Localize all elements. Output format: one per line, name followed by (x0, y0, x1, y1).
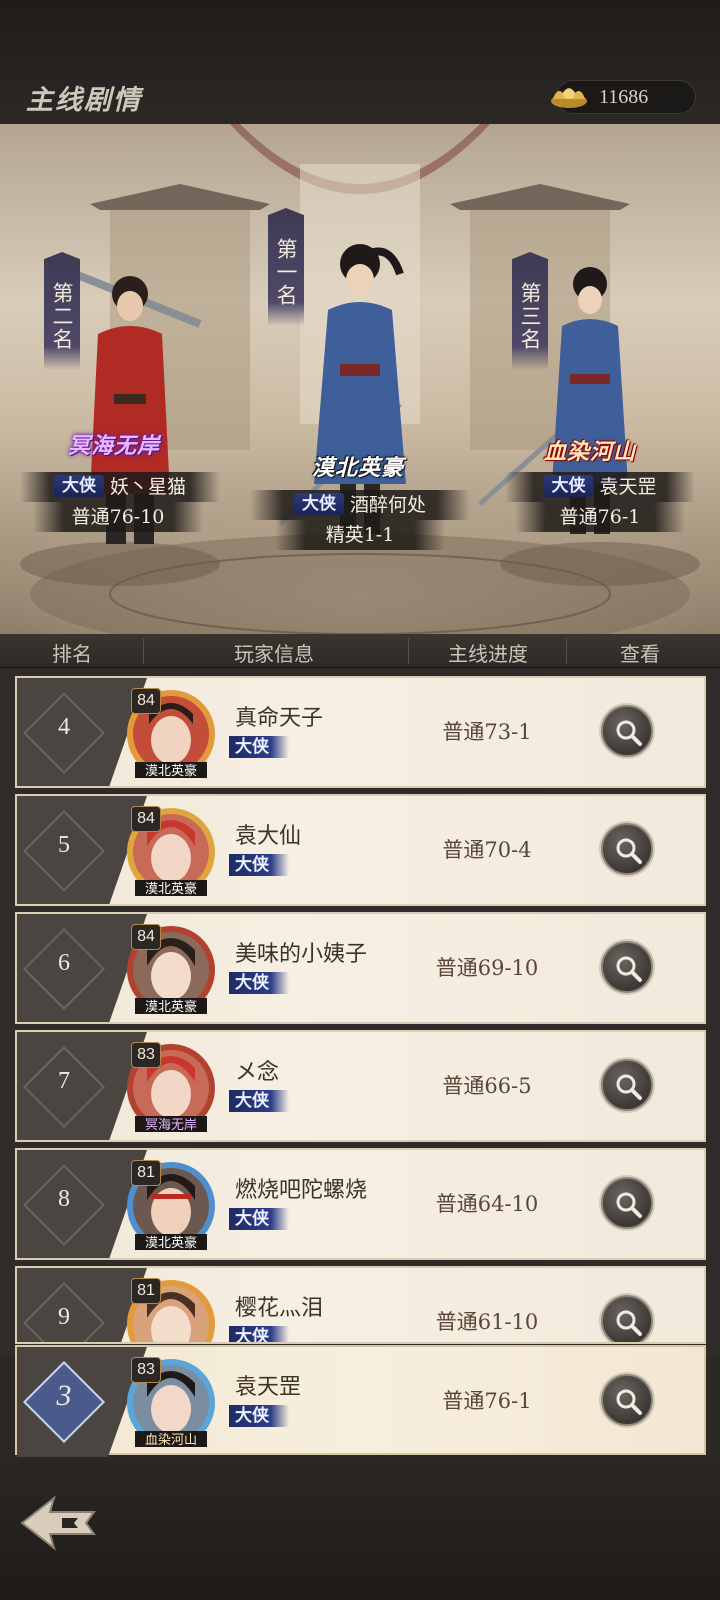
title-badge: 大侠 (53, 475, 104, 497)
rank-number: 9 (58, 1304, 70, 1330)
svg-text:冥海无岸: 冥海无岸 (145, 1118, 197, 1133)
podium-name-rank-2: 大侠 妖丶星猫 (20, 472, 220, 502)
title-badge: 大侠 (229, 1208, 289, 1230)
search-icon (616, 720, 642, 746)
rank-number: 5 (58, 832, 70, 858)
search-icon (616, 838, 642, 864)
svg-text:漠北英豪: 漠北英豪 (145, 763, 197, 779)
view-button[interactable] (601, 823, 653, 875)
view-button[interactable] (601, 1374, 653, 1426)
view-button[interactable] (601, 705, 653, 757)
column-view: 查看 (620, 642, 660, 666)
player-name: 酒醉何处 (349, 494, 426, 516)
list-item: 7 冥海无岸 83 メ念 大侠 普通66-5 (15, 1030, 706, 1142)
search-icon (616, 1192, 642, 1218)
gold-ingot-icon (551, 88, 587, 108)
main-progress: 普通70-4 (442, 838, 532, 862)
bottom-bar (0, 1462, 720, 1600)
player-name: 燃烧吧陀螺烧 (235, 1178, 368, 1203)
rank-number: 8 (58, 1186, 70, 1212)
column-rank: 排名 (52, 642, 92, 666)
player-name: 袁天罡 (599, 476, 657, 498)
column-divider (143, 638, 144, 664)
leaderboard-column-header: 排名 玩家信息 主线进度 查看 (0, 634, 720, 668)
player-name: 妖丶星猫 (109, 476, 186, 498)
player-name: 袁天罡 (235, 1375, 302, 1400)
player-level: 83 (131, 1042, 161, 1068)
rank-number: 7 (58, 1068, 70, 1094)
currency-amount: 11686 (599, 86, 649, 108)
player-name: メ念 (235, 1060, 280, 1085)
leaderboard-list[interactable]: 4 漠北英豪 84 真命天子 大侠 普通73-1 5 漠北英豪 84 袁大仙 大… (0, 668, 720, 1358)
title-badge: 大侠 (229, 1405, 289, 1427)
rank-number: 3 (56, 1379, 72, 1412)
search-icon (616, 956, 642, 982)
view-button[interactable] (601, 941, 653, 993)
svg-text:漠北英豪: 漠北英豪 (145, 881, 197, 897)
main-progress: 普通69-10 (435, 956, 539, 980)
player-level: 84 (131, 806, 161, 832)
top-bar: 主线剧情 11686 (0, 0, 720, 124)
player-name: 袁大仙 (235, 824, 302, 849)
column-progress: 主线进度 (448, 642, 528, 666)
player-name: 美味的小姨子 (235, 942, 368, 967)
page-title: 主线剧情 (26, 85, 142, 116)
title-badge: 大侠 (229, 972, 289, 994)
main-progress: 普通61-10 (435, 1310, 539, 1334)
view-button[interactable] (601, 1177, 653, 1229)
guild-logo-rank-1: 漠北英豪 (312, 455, 405, 481)
my-rank-row: 3 血染河山 83 袁天罡 大侠 普通76-1 (15, 1345, 706, 1457)
title-badge: 大侠 (229, 854, 289, 876)
main-progress: 普通66-5 (442, 1074, 532, 1098)
title-badge: 大侠 (543, 475, 594, 497)
guild-logo-rank-3: 血染河山 (544, 439, 637, 465)
podium-progress-rank-2: 普通76-10 (33, 502, 203, 532)
top-three-podium: 第二名 冥海无岸 大侠 妖丶星猫 普通76-10 第一名 漠北英豪 大侠 酒醉何处 … (0, 124, 720, 634)
currency-display: 11686 (551, 80, 696, 114)
main-progress: 普通76-1 (442, 1389, 532, 1413)
player-name: 真命天子 (235, 706, 324, 731)
list-item: 4 漠北英豪 84 真命天子 大侠 普通73-1 (15, 676, 706, 788)
title-badge: 大侠 (293, 493, 344, 515)
podium-name-rank-3: 大侠 袁天罡 (505, 472, 695, 502)
svg-text:血染河山: 血染河山 (145, 1433, 197, 1448)
back-arrow-icon[interactable] (14, 1488, 104, 1558)
rank-banner-2: 第二名 (44, 252, 80, 370)
search-icon (616, 1389, 642, 1415)
rank-banner-3: 第三名 (512, 252, 548, 370)
column-divider (566, 638, 567, 664)
search-icon (616, 1074, 642, 1100)
main-progress: 普通64-10 (435, 1192, 539, 1216)
rank-banner-1: 第一名 (268, 208, 304, 326)
player-level: 84 (131, 688, 161, 714)
podium-progress-rank-1: 精英1-1 (275, 520, 445, 550)
svg-text:漠北英豪: 漠北英豪 (145, 1235, 197, 1251)
view-button[interactable] (601, 1295, 653, 1342)
player-level: 81 (131, 1278, 161, 1304)
list-item: 9 81 樱花灬泪 大侠 普通61-10 (15, 1266, 706, 1344)
title-badge: 大侠 (229, 736, 289, 758)
guild-logo-rank-2: 冥海无岸 (68, 433, 161, 459)
column-player-info: 玩家信息 (234, 642, 314, 666)
player-level: 81 (131, 1160, 161, 1186)
svg-text:漠北英豪: 漠北英豪 (145, 999, 197, 1015)
title-badge: 大侠 (229, 1326, 289, 1342)
player-name: 樱花灬泪 (235, 1296, 324, 1321)
list-item: 6 漠北英豪 84 美味的小姨子 大侠 普通69-10 (15, 912, 706, 1024)
search-icon (616, 1310, 642, 1336)
main-progress: 普通73-1 (442, 720, 532, 744)
player-level: 83 (131, 1357, 161, 1383)
player-level: 84 (131, 924, 161, 950)
list-item: 5 漠北英豪 84 袁大仙 大侠 普通70-4 (15, 794, 706, 906)
podium-name-rank-1: 大侠 酒醉何处 (250, 490, 470, 520)
title-badge: 大侠 (229, 1090, 289, 1112)
rank-number: 6 (58, 950, 70, 976)
rank-number: 4 (58, 714, 70, 740)
column-divider (408, 638, 409, 664)
podium-progress-rank-3: 普通76-1 (515, 502, 685, 532)
view-button[interactable] (601, 1059, 653, 1111)
list-item: 8 漠北英豪 81 燃烧吧陀螺烧 大侠 普通64-10 (15, 1148, 706, 1260)
